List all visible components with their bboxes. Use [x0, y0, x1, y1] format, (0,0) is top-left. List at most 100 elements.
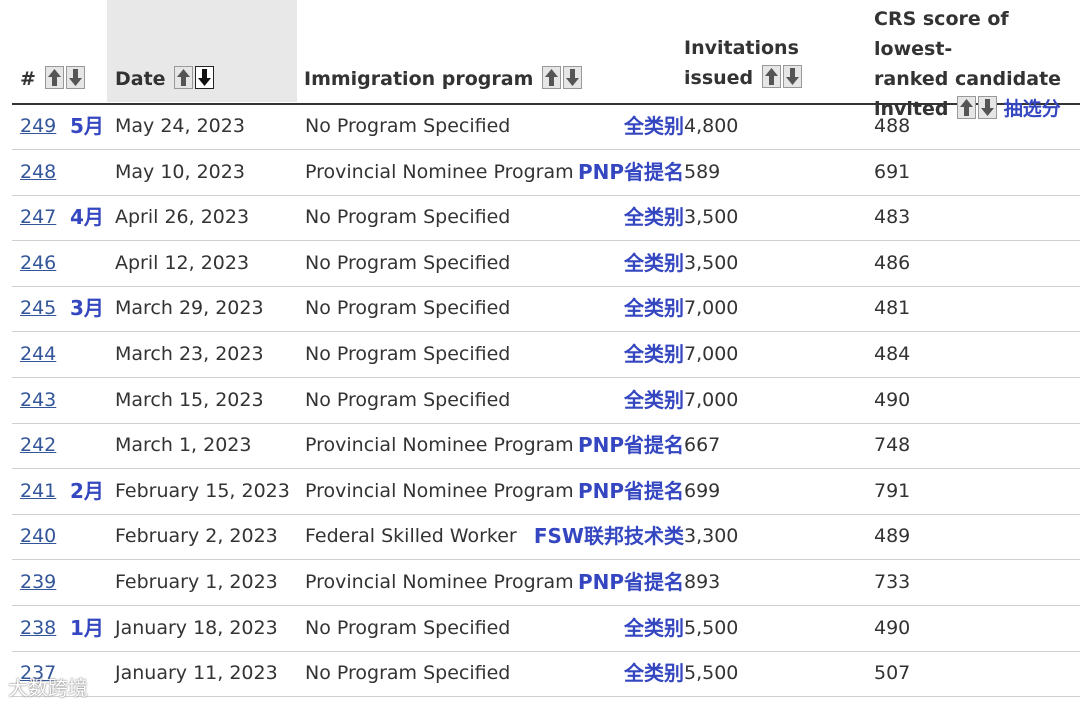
table-header: # Date Immigration program Invitations i… [12, 0, 1080, 120]
draw-date: April 12, 2023 [115, 251, 250, 274]
table-row: 249 5月 May 24, 2023 No Program Specified 全类别… [12, 104, 1080, 150]
draw-date: May 10, 2023 [115, 160, 245, 183]
invitations-header-line2: issued [684, 67, 754, 89]
crs-score: 733 [874, 571, 911, 593]
program-name: Federal Skilled Worker [305, 525, 517, 548]
crs-score: 484 [874, 343, 911, 365]
category-annotation: 全类别 [624, 250, 684, 275]
draw-number-link[interactable]: 245 [20, 286, 56, 331]
table-row: 240 February 2, 2023 Federal Skilled Worke… [12, 514, 1080, 561]
draw-date: February 2, 2023 [115, 525, 278, 548]
month-annotation: 1月 [70, 615, 104, 640]
category-annotation: 全类别 [624, 661, 684, 686]
month-annotation: 4月 [70, 205, 104, 230]
crs-score: 481 [874, 297, 911, 320]
invitations-count: 699 [684, 479, 721, 502]
arrow-down-icon [68, 69, 82, 86]
draw-number-link[interactable]: 247 [20, 195, 56, 240]
invitations-count: 667 [684, 434, 721, 457]
category-annotation: PNP省提名 [577, 478, 684, 503]
program-name: No Program Specified [305, 115, 511, 137]
sort-program-desc-button[interactable] [563, 66, 582, 89]
category-annotation: FSW联邦技术类 [533, 524, 684, 549]
draw-number-link[interactable]: 248 [20, 150, 56, 195]
table-row: 248 May 10, 2023 Provincial Nominee Progra… [12, 150, 1080, 196]
table-row: 243 March 15, 2023 No Program Specified 全类别… [12, 378, 1080, 424]
program-name: Provincial Nominee Program [305, 479, 574, 502]
category-annotation: 全类别 [624, 615, 684, 640]
draw-number-link[interactable]: 246 [20, 241, 56, 286]
invitations-count: 7,000 [684, 388, 739, 411]
invitations-header-line1: Invitations [684, 37, 799, 59]
table-row: 241 2月 February 15, 2023 Provincial Nominee… [12, 469, 1080, 515]
draw-date: March 15, 2023 [115, 388, 264, 411]
watermark: 大数跨境 [8, 676, 88, 700]
sort-invitations-asc-button[interactable] [761, 65, 781, 88]
sort-number-asc-button[interactable] [44, 66, 64, 89]
crs-score: 490 [874, 616, 911, 639]
draw-date: March 23, 2023 [115, 343, 264, 365]
program-name: No Program Specified [305, 343, 511, 365]
draw-number-link[interactable]: 243 [20, 378, 56, 423]
crs-score: 748 [874, 434, 911, 457]
crs-score: 486 [874, 251, 911, 274]
draw-number-link[interactable]: 239 [20, 560, 56, 605]
month-annotation: 5月 [70, 114, 104, 138]
draw-number-link[interactable]: 240 [20, 514, 56, 559]
draw-number-link[interactable]: 241 [20, 469, 56, 514]
crs-score: 483 [874, 206, 911, 229]
draw-number-link[interactable]: 238 [20, 606, 56, 651]
sort-date-desc-button[interactable] [195, 66, 215, 89]
arrow-down-icon [198, 69, 212, 86]
column-number-header: # [20, 64, 85, 94]
program-name: No Program Specified [305, 297, 511, 320]
table-row: 247 4月 April 26, 2023 No Program Specified 全… [12, 195, 1080, 242]
invitations-count: 5,500 [684, 616, 739, 639]
category-annotation: 全类别 [624, 114, 684, 138]
program-name: Provincial Nominee Program [305, 571, 574, 593]
program-name: No Program Specified [305, 206, 511, 229]
crs-score: 490 [874, 388, 911, 411]
arrow-up-icon [177, 69, 191, 86]
draw-date: April 26, 2023 [115, 206, 250, 229]
draw-date: February 1, 2023 [115, 571, 278, 593]
sort-program-asc-button[interactable] [542, 66, 561, 89]
draw-number-link[interactable]: 244 [20, 332, 56, 377]
table-row: 238 1月 January 18, 2023 No Program Specifie… [12, 606, 1080, 652]
category-annotation: 全类别 [624, 296, 684, 321]
month-annotation: 2月 [70, 478, 104, 503]
sort-number-desc-button[interactable] [65, 66, 85, 89]
column-program-header: Immigration program [304, 64, 582, 94]
program-name: Provincial Nominee Program [305, 160, 574, 183]
table-row: 246 April 12, 2023 No Program Specified 全类别… [12, 241, 1080, 287]
crs-header-line2: ranked candidate [874, 68, 1062, 90]
table-row: 242 March 1, 2023 Provincial Nominee Progr… [12, 423, 1080, 470]
arrow-up-icon [47, 69, 61, 86]
category-annotation: PNP省提名 [577, 159, 684, 184]
program-name: No Program Specified [305, 251, 511, 274]
category-annotation: PNP省提名 [577, 570, 684, 594]
arrow-down-icon [785, 68, 799, 85]
crs-score: 507 [874, 662, 911, 685]
sort-invitations-desc-button[interactable] [782, 65, 802, 88]
draw-date: March 1, 2023 [115, 434, 252, 457]
invitations-count: 3,500 [684, 251, 739, 274]
draw-date: January 18, 2023 [115, 616, 278, 639]
invitations-count: 3,300 [684, 525, 739, 548]
date-header-label: Date [115, 68, 166, 90]
draw-number-link[interactable]: 242 [20, 423, 56, 468]
program-name: No Program Specified [305, 616, 511, 639]
draw-number-link[interactable]: 249 [20, 104, 56, 149]
sort-date-asc-button[interactable] [174, 66, 194, 89]
program-name: No Program Specified [305, 388, 511, 411]
program-name: No Program Specified [305, 662, 511, 685]
column-invitations-header: Invitations issued [684, 33, 802, 93]
invitations-count: 589 [684, 160, 721, 183]
draw-date: May 24, 2023 [115, 115, 245, 137]
month-annotation: 3月 [70, 296, 104, 321]
arrow-up-icon [764, 68, 778, 85]
invitations-count: 893 [684, 571, 721, 593]
program-name: Provincial Nominee Program [305, 434, 574, 457]
invitations-count: 4,800 [684, 115, 739, 137]
arrow-down-icon [566, 69, 579, 86]
